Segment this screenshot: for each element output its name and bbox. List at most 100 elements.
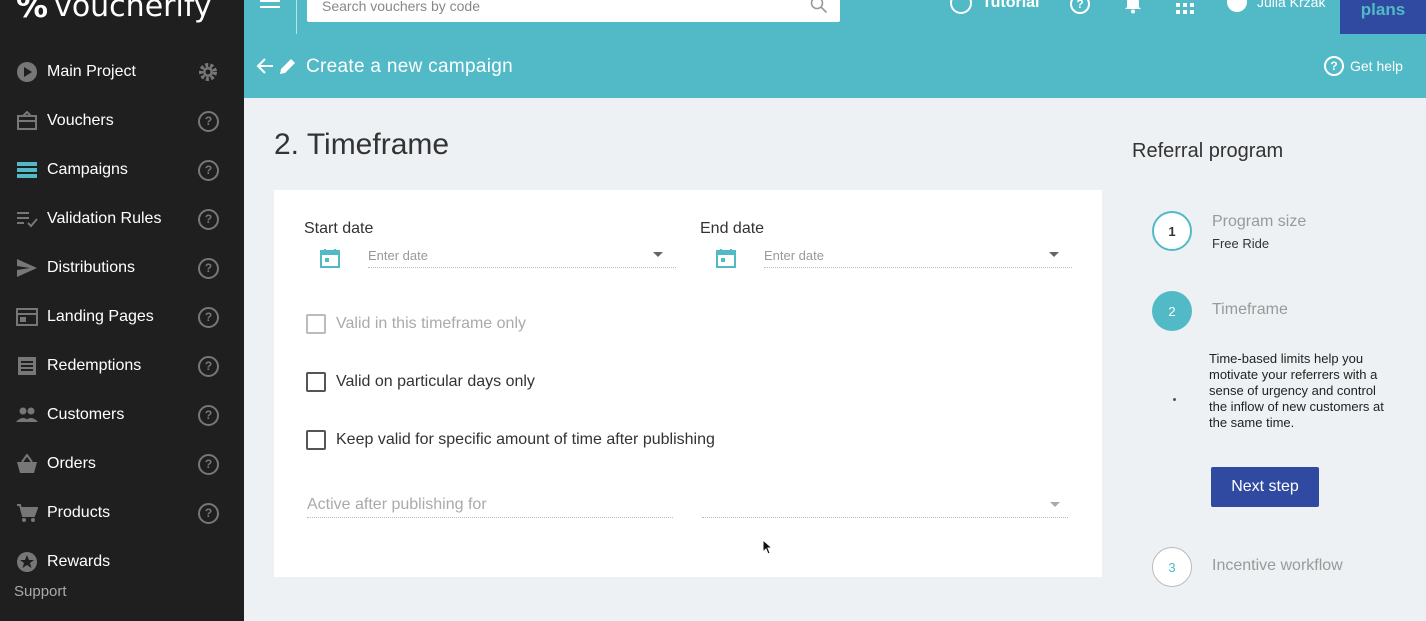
sidebar-item-label: Products xyxy=(47,504,111,521)
help-icon[interactable]: ? xyxy=(198,306,219,328)
step-circle-1[interactable]: 1 xyxy=(1152,211,1192,251)
sidebar-item-main-project[interactable]: Main Project xyxy=(0,52,244,92)
tutorial-label: Tutorial xyxy=(982,0,1040,11)
help-icon[interactable]: ? xyxy=(198,110,219,132)
checkbox-valid-timeframe[interactable]: Valid in this timeframe only xyxy=(306,314,526,334)
help-icon[interactable]: ? xyxy=(198,208,219,230)
rules-icon xyxy=(16,208,38,230)
end-date-label: End date xyxy=(700,220,765,237)
back-arrow-icon[interactable] xyxy=(256,57,274,80)
bell-icon[interactable] xyxy=(1124,0,1142,19)
logo[interactable]: % voucherify xyxy=(16,0,212,25)
tutorial-icon xyxy=(950,0,972,14)
sidebar-item-orders[interactable]: Orders ? xyxy=(0,444,244,484)
search-icon[interactable] xyxy=(810,0,828,19)
avatar xyxy=(1227,0,1247,12)
step-subtitle-1: Free Ride xyxy=(1212,236,1270,251)
divider xyxy=(296,0,297,34)
next-step-button[interactable]: Next step xyxy=(1211,467,1319,507)
sidebar: % voucherify Main Project Vouchers ? Cam… xyxy=(0,0,244,621)
start-date-input[interactable] xyxy=(368,244,676,268)
chevron-down-icon[interactable] xyxy=(1050,502,1060,507)
chevron-down-icon[interactable] xyxy=(653,252,663,257)
checkbox[interactable] xyxy=(306,430,326,450)
checkbox-label: Keep valid for specific amount of time a… xyxy=(336,431,715,448)
support-link[interactable]: Support xyxy=(14,583,67,600)
help-icon[interactable]: ? xyxy=(1070,0,1090,14)
sidebar-item-label: Main Project xyxy=(47,63,136,80)
sidebar-item-validation-rules[interactable]: Validation Rules ? xyxy=(0,199,244,239)
send-icon xyxy=(16,257,38,279)
calendar-icon[interactable] xyxy=(716,248,736,268)
page-icon xyxy=(16,306,38,328)
sidebar-item-label: Redemptions xyxy=(47,357,142,374)
checkbox-particular-days[interactable]: Valid on particular days only xyxy=(306,372,535,392)
get-help-label: Get help xyxy=(1350,58,1403,74)
help-icon[interactable]: ? xyxy=(198,453,219,475)
plans-button[interactable]: plans xyxy=(1340,0,1426,34)
step-description: Time-based limits help you motivate your… xyxy=(1209,351,1384,430)
section-title: 2. Timeframe xyxy=(274,128,450,161)
sidebar-item-label: Rewards xyxy=(47,553,111,570)
sidebar-item-label: Campaigns xyxy=(47,161,128,178)
gear-icon[interactable] xyxy=(197,61,219,83)
sidebar-item-label: Validation Rules xyxy=(47,210,162,227)
help-icon[interactable]: ? xyxy=(198,355,219,377)
list-icon xyxy=(16,355,38,377)
sidebar-item-label: Orders xyxy=(47,455,96,472)
checkbox-label: Valid in this timeframe only xyxy=(336,315,526,332)
voucher-icon xyxy=(16,110,38,132)
menu-icon[interactable] xyxy=(260,0,280,10)
sidebar-item-products[interactable]: Products ? xyxy=(0,493,244,533)
step-circle-2[interactable]: 2 xyxy=(1152,291,1192,331)
tutorial-button[interactable]: Tutorial xyxy=(950,0,1039,14)
star-icon xyxy=(16,551,38,573)
checkbox-keep-valid[interactable]: Keep valid for specific amount of time a… xyxy=(306,430,715,450)
duration-select[interactable] xyxy=(702,492,1068,518)
sidebar-item-distributions[interactable]: Distributions ? xyxy=(0,248,244,288)
help-icon[interactable]: ? xyxy=(198,257,219,279)
help-icon[interactable]: ? xyxy=(198,502,219,524)
sidebar-item-vouchers[interactable]: Vouchers ? xyxy=(0,101,244,141)
help-icon: ? xyxy=(1324,56,1344,76)
help-icon[interactable]: ? xyxy=(198,404,219,426)
step-connector xyxy=(1173,398,1176,401)
checkbox[interactable] xyxy=(306,314,326,334)
get-help-button[interactable]: ? Get help xyxy=(1324,56,1403,76)
panel-title: Referral program xyxy=(1132,140,1284,162)
cart-icon xyxy=(16,502,38,524)
sidebar-item-landing-pages[interactable]: Landing Pages ? xyxy=(0,297,244,337)
page-title: Create a new campaign xyxy=(306,56,513,77)
pencil-icon xyxy=(279,57,297,80)
step-title-1: Program size xyxy=(1212,213,1307,230)
apps-icon[interactable] xyxy=(1176,0,1194,14)
end-date-input[interactable] xyxy=(764,244,1072,268)
start-date-label: Start date xyxy=(304,220,374,237)
search-box xyxy=(307,0,840,22)
play-icon xyxy=(16,61,38,83)
sidebar-item-customers[interactable]: Customers ? xyxy=(0,395,244,435)
step-circle-3[interactable]: 3 xyxy=(1152,547,1192,587)
sidebar-item-label: Landing Pages xyxy=(47,308,154,325)
logo-mark: % xyxy=(16,0,49,25)
people-icon xyxy=(16,404,38,426)
step-title-3: Incentive workflow xyxy=(1212,557,1343,574)
chevron-down-icon[interactable] xyxy=(1049,252,1059,257)
step-title-2: Timeframe xyxy=(1212,301,1288,318)
sidebar-item-label: Customers xyxy=(47,406,125,423)
user-menu[interactable]: Julia Krzak xyxy=(1227,0,1325,12)
checkbox[interactable] xyxy=(306,372,326,392)
sidebar-item-campaigns[interactable]: Campaigns ? xyxy=(0,150,244,190)
calendar-icon[interactable] xyxy=(320,248,340,268)
active-after-input[interactable] xyxy=(307,492,673,518)
user-name: Julia Krzak xyxy=(1257,0,1326,10)
search-input[interactable] xyxy=(322,0,782,14)
sidebar-item-label: Vouchers xyxy=(47,112,114,129)
sidebar-item-rewards[interactable]: Rewards xyxy=(0,542,244,582)
checkbox-label: Valid on particular days only xyxy=(336,373,535,390)
campaigns-icon xyxy=(16,159,38,181)
mouse-cursor-icon xyxy=(762,538,774,560)
sidebar-item-redemptions[interactable]: Redemptions ? xyxy=(0,346,244,386)
help-icon[interactable]: ? xyxy=(198,159,219,181)
sidebar-item-label: Distributions xyxy=(47,259,136,276)
